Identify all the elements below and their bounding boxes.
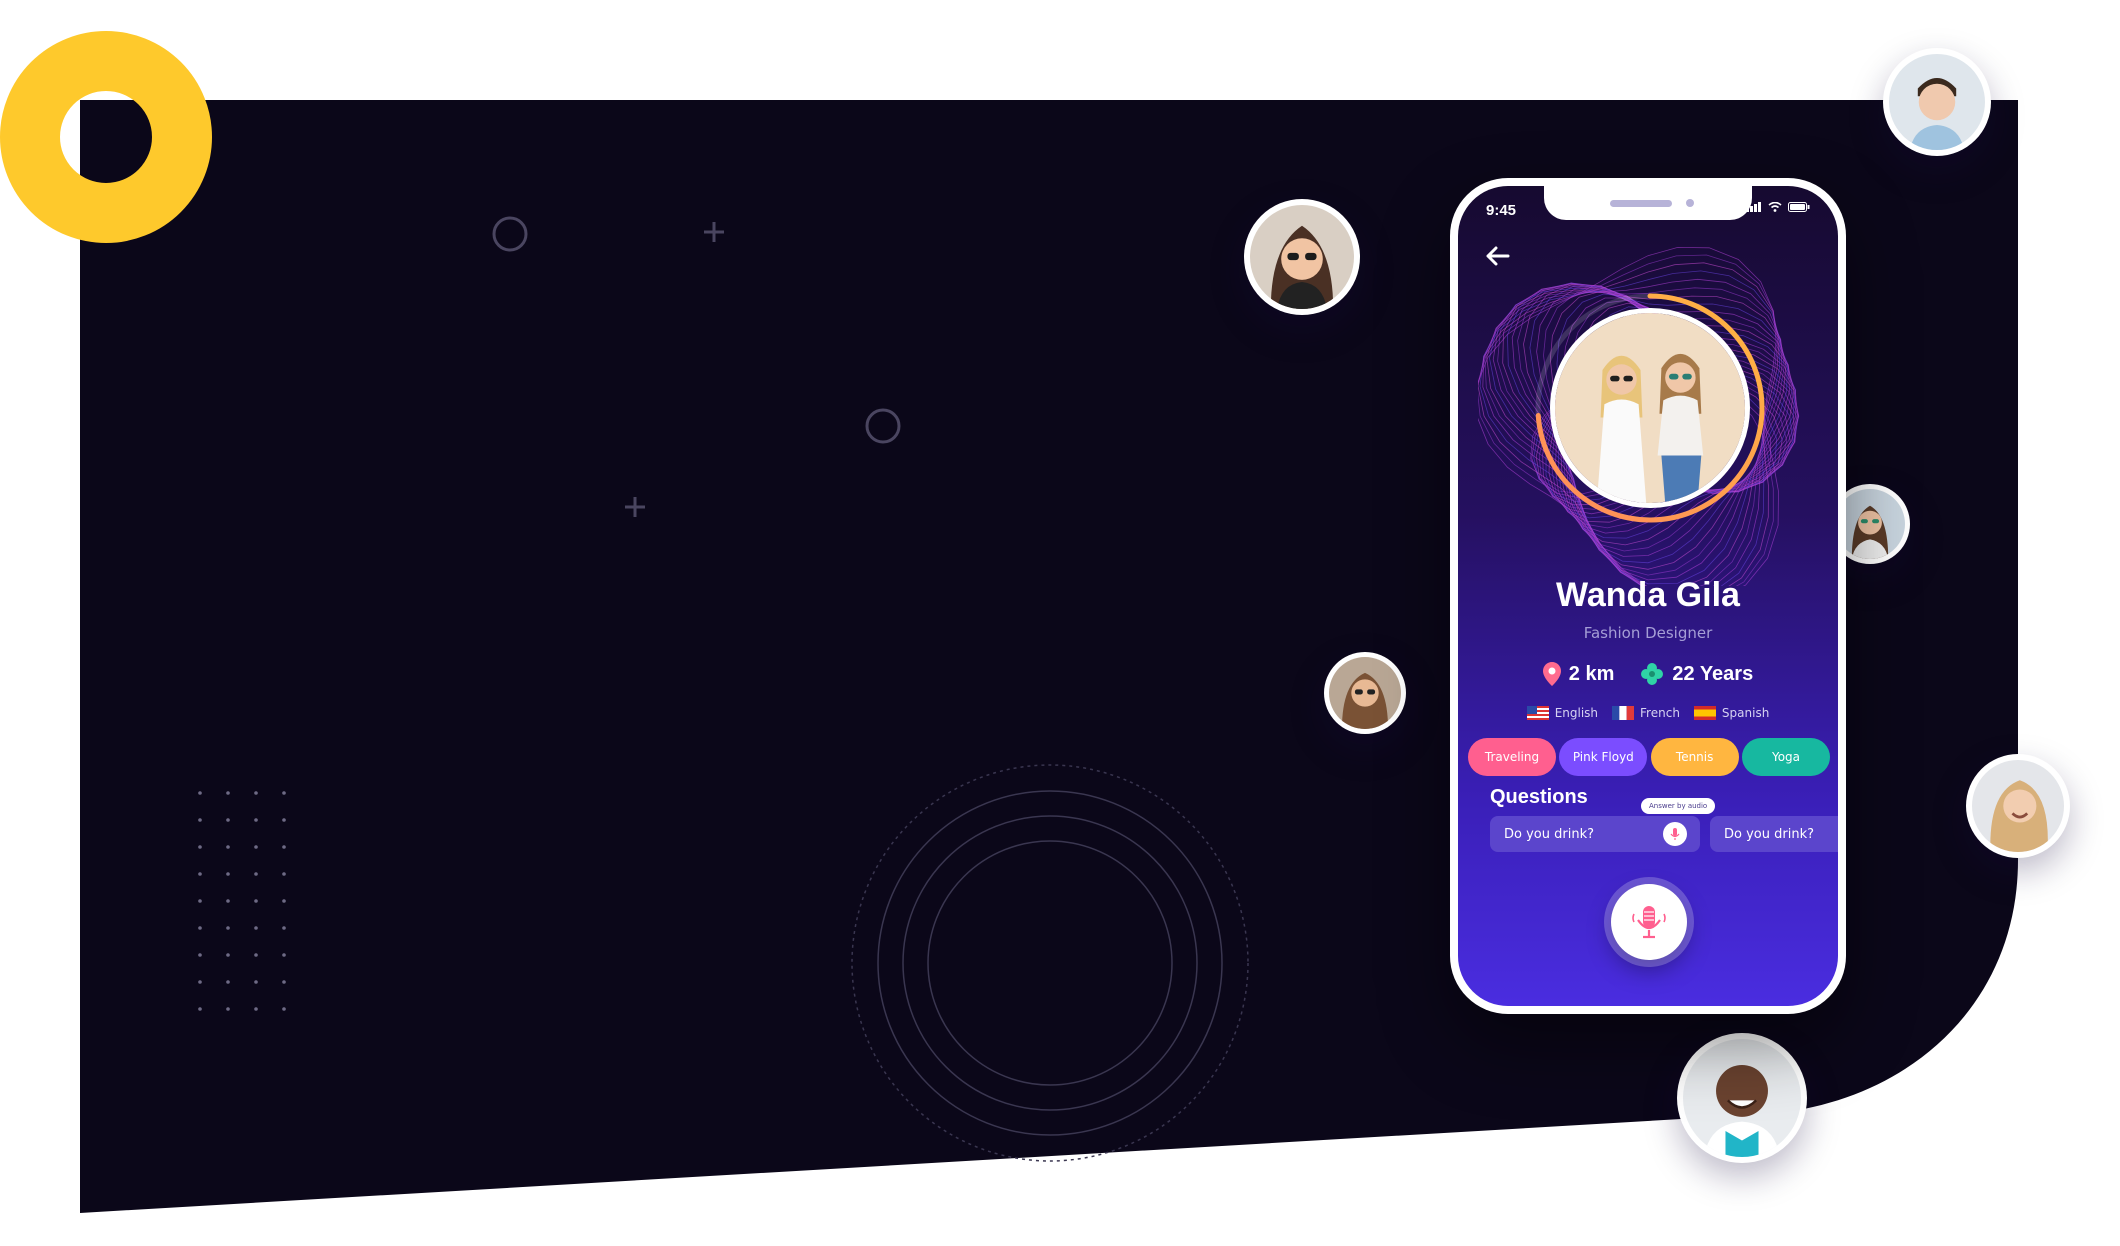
language-spanish: Spanish	[1693, 706, 1769, 720]
tag-tennis[interactable]: Tennis	[1650, 738, 1739, 776]
answer-audio-button[interactable]	[1663, 822, 1687, 846]
us-flag-icon	[1526, 706, 1549, 720]
avatar-woman-laughing	[1966, 754, 2070, 858]
tag-traveling[interactable]: Traveling	[1468, 738, 1556, 776]
mic-small-icon	[1670, 828, 1680, 840]
es-flag-icon	[1693, 706, 1716, 720]
profile-screen: 9:45 Wanda Gila Fashion Designer 2 km 22…	[1458, 186, 1838, 1006]
profile-stats: 2 km 22 Years	[1458, 662, 1838, 686]
avatar-smiling-man	[1677, 1033, 1807, 1163]
audio-tooltip: Answer by audio	[1641, 798, 1716, 814]
microphone-icon	[1632, 906, 1666, 939]
question-text: Do you drink?	[1724, 826, 1814, 842]
avatar-photo	[1972, 760, 2064, 852]
profile-photo	[1550, 308, 1750, 508]
phone-mockup: 9:45 Wanda Gila Fashion Designer 2 km 22…	[1450, 178, 1846, 1014]
profile-name: Wanda Gila	[1556, 576, 1740, 614]
status-icons	[1746, 202, 1810, 212]
age-stat: 22 Years	[1640, 662, 1753, 686]
tag-pink-floyd[interactable]: Pink Floyd	[1559, 738, 1648, 776]
avatar-photo	[1683, 1039, 1801, 1157]
avatar-young-man	[1883, 48, 1991, 156]
avatar-photo	[1889, 54, 1985, 150]
avatar-photo	[1329, 657, 1401, 729]
interest-tags: Traveling Pink Floyd Tennis Yoga	[1468, 738, 1830, 776]
clover-icon	[1641, 663, 1664, 685]
signal-icon	[1746, 202, 1761, 212]
language-list: English French Spanish	[1458, 706, 1838, 720]
arrow-left-icon	[1486, 246, 1510, 266]
question-card[interactable]: Do you drink?	[1710, 816, 1838, 852]
back-button[interactable]	[1478, 236, 1518, 276]
avatar-woman-glasses	[1324, 652, 1406, 734]
tag-yoga[interactable]: Yoga	[1741, 738, 1830, 776]
distance-value: 2 km	[1568, 662, 1615, 685]
profile-job: Fashion Designer	[1583, 624, 1713, 642]
location-pin-icon	[1542, 662, 1561, 686]
age-value: 22 Years	[1672, 662, 1754, 685]
status-time: 9:45	[1486, 202, 1517, 219]
phone-notch	[1544, 186, 1752, 220]
question-text: Do you drink?	[1504, 826, 1594, 842]
battery-icon	[1788, 202, 1810, 212]
language-english: English	[1526, 706, 1598, 720]
record-audio-button[interactable]	[1611, 884, 1687, 960]
fr-flag-icon	[1612, 706, 1635, 720]
avatar-photo	[1250, 205, 1354, 309]
questions-title: Questions	[1490, 786, 1588, 808]
avatar-woman-sunglasses	[1244, 199, 1360, 315]
language-french: French	[1612, 706, 1680, 720]
wifi-icon	[1768, 202, 1782, 212]
distance-stat: 2 km	[1542, 662, 1615, 686]
